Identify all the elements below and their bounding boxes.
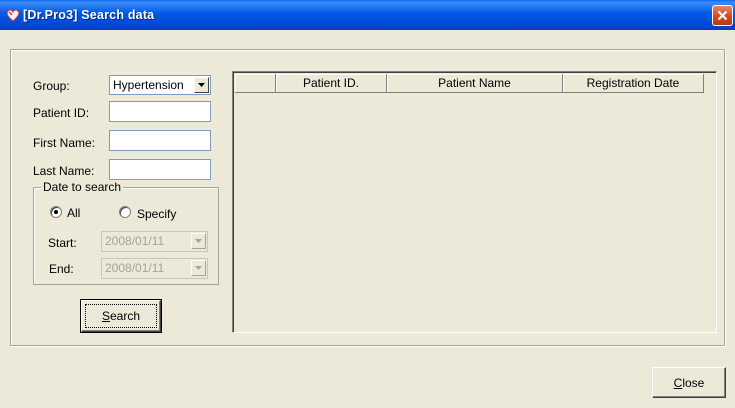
chevron-down-icon[interactable] <box>194 77 209 93</box>
last-name-label: Last Name: <box>33 164 95 178</box>
start-date-picker[interactable]: 2008/01/11 <box>101 231 208 252</box>
column-header-blank[interactable] <box>235 74 276 93</box>
radio-all[interactable] <box>50 206 62 218</box>
title-bar: [Dr.Pro3] Search data <box>0 0 735 30</box>
radio-selected-dot <box>54 210 58 214</box>
start-date-label: Start: <box>48 236 77 250</box>
column-header-patient-name[interactable]: Patient Name <box>387 74 563 93</box>
first-name-field[interactable] <box>109 130 211 151</box>
patient-id-label: Patient ID: <box>33 106 90 120</box>
end-date-label: End: <box>49 262 74 276</box>
date-search-legend: Date to search <box>41 180 124 194</box>
group-select[interactable]: Hypertension <box>109 75 211 95</box>
group-select-value: Hypertension <box>113 78 184 92</box>
window-title: [Dr.Pro3] Search data <box>23 8 155 22</box>
window-close-button[interactable] <box>712 5 733 26</box>
column-header-patient-id[interactable]: Patient ID. <box>276 74 387 93</box>
close-button[interactable]: Close <box>652 367 726 398</box>
patient-id-field[interactable] <box>109 101 211 122</box>
chevron-down-icon[interactable] <box>191 260 206 276</box>
close-icon <box>717 10 728 21</box>
end-date-picker[interactable]: 2008/01/11 <box>101 258 208 279</box>
radio-all-label[interactable]: All <box>67 206 80 220</box>
radio-specify-label[interactable]: Specify <box>137 207 176 221</box>
column-header-registration-date[interactable]: Registration Date <box>563 74 704 93</box>
search-button-mnemonic: S <box>101 309 110 323</box>
end-date-value: 2008/01/11 <box>105 261 165 275</box>
search-button-label: earch <box>109 309 141 323</box>
heart-icon <box>5 7 21 23</box>
chevron-down-icon[interactable] <box>191 233 206 249</box>
close-button-mnemonic: C <box>673 375 683 390</box>
radio-specify[interactable] <box>119 206 131 218</box>
last-name-field[interactable] <box>109 159 211 180</box>
group-label: Group: <box>33 79 70 93</box>
results-list[interactable]: Patient ID. Patient Name Registration Da… <box>232 71 717 333</box>
first-name-label: First Name: <box>33 136 96 150</box>
search-button[interactable]: Search <box>80 299 162 333</box>
search-button-focus: Search <box>85 304 157 328</box>
start-date-value: 2008/01/11 <box>105 234 165 248</box>
results-header: Patient ID. Patient Name Registration Da… <box>235 74 704 93</box>
close-button-label: lose <box>682 375 705 390</box>
